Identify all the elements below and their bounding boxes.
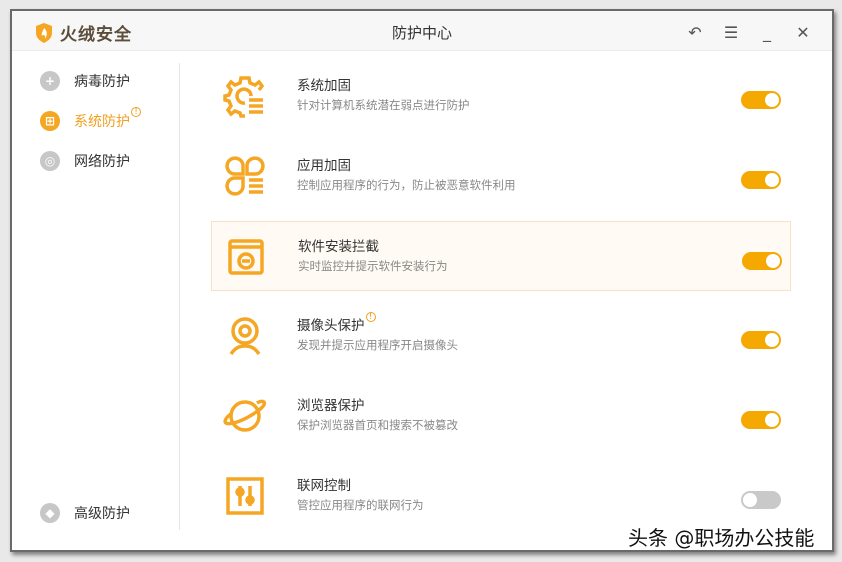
item-desc: 控制应用程序的行为，防止被恶意软件利用 bbox=[297, 178, 516, 192]
item-desc: 保护浏览器首页和搜索不被篡改 bbox=[297, 418, 458, 432]
item-title: 系统加固 bbox=[297, 78, 351, 94]
sidebar-item-network[interactable]: ◎ 网络防护 bbox=[40, 151, 130, 171]
toggle-switch[interactable] bbox=[741, 91, 781, 109]
toggle-switch[interactable] bbox=[741, 331, 781, 349]
item-desc: 管控应用程序的联网行为 bbox=[297, 498, 424, 512]
item-title: 摄像头保护! bbox=[297, 311, 376, 334]
plus-circle-icon: + bbox=[40, 71, 60, 91]
menu-button[interactable]: ☰ bbox=[720, 21, 742, 43]
list-item-install-block: 软件安装拦截 实时监控并提示软件安装行为 bbox=[211, 221, 791, 291]
app-window: 火绒安全 防护中心 ↶ ☰ _ ✕ + 病毒防护 ⊞ 系统防护! ◎ 网络防护 ◆ 高级… bbox=[10, 9, 834, 552]
toggle-switch[interactable] bbox=[742, 252, 782, 270]
list-item-browser: 浏览器保护 保护浏览器首页和搜索不被篡改 bbox=[211, 381, 791, 451]
item-title-text: 摄像头保护 bbox=[297, 318, 365, 334]
sidebar-item-label: 高级防护 bbox=[74, 506, 130, 522]
minimize-icon: _ bbox=[763, 22, 771, 42]
sidebar-item-system[interactable]: ⊞ 系统防护! bbox=[40, 107, 141, 131]
sliders-icon bbox=[226, 477, 264, 515]
title-bar: 火绒安全 防护中心 ↶ ☰ _ ✕ bbox=[12, 11, 832, 51]
webcam-icon bbox=[229, 317, 261, 356]
list-item-system-hardening: 系统加固 针对计算机系统潜在弱点进行防护 bbox=[211, 61, 791, 131]
item-title: 软件安装拦截 bbox=[298, 239, 379, 255]
sidebar-divider bbox=[179, 63, 180, 530]
alert-badge: ! bbox=[365, 311, 376, 322]
list-item-webcam: 摄像头保护! 发现并提示应用程序开启摄像头 bbox=[211, 301, 791, 371]
close-icon: ✕ bbox=[796, 22, 810, 42]
gear-list-icon bbox=[223, 76, 265, 118]
diamond-icon: ◆ bbox=[40, 503, 60, 523]
sidebar-item-label: 网络防护 bbox=[74, 154, 130, 170]
planet-icon bbox=[223, 399, 267, 432]
minimize-button[interactable]: _ bbox=[756, 21, 778, 43]
sidebar-item-label: 系统防护 bbox=[74, 114, 130, 130]
sidebar-item-advanced[interactable]: ◆ 高级防护 bbox=[40, 503, 130, 523]
item-title: 浏览器保护 bbox=[297, 398, 365, 414]
item-desc: 实时监控并提示软件安装行为 bbox=[298, 259, 448, 273]
alert-badge: ! bbox=[131, 107, 141, 118]
globe-icon: ◎ bbox=[40, 151, 60, 171]
toggle-switch[interactable] bbox=[741, 491, 781, 509]
toggle-switch[interactable] bbox=[741, 411, 781, 429]
sidebar: + 病毒防护 ⊞ 系统防护! ◎ 网络防护 ◆ 高级防护 bbox=[12, 51, 180, 550]
sidebar-item-label: 病毒防护 bbox=[74, 74, 130, 90]
item-desc: 发现并提示应用程序开启摄像头 bbox=[297, 338, 458, 352]
windows-icon: ⊞ bbox=[40, 111, 60, 131]
back-button[interactable]: ↶ bbox=[684, 21, 706, 43]
back-icon: ↶ bbox=[688, 22, 702, 42]
toggle-switch[interactable] bbox=[741, 171, 781, 189]
close-button[interactable]: ✕ bbox=[792, 21, 814, 43]
watermark: 头条 @职场办公技能 bbox=[628, 526, 815, 550]
list-item-app-hardening: 应用加固 控制应用程序的行为，防止被恶意软件利用 bbox=[211, 141, 791, 211]
sidebar-item-virus[interactable]: + 病毒防护 bbox=[40, 71, 130, 91]
list-item-network-control: 联网控制 管控应用程序的联网行为 bbox=[211, 461, 791, 531]
item-desc: 针对计算机系统潜在弱点进行防护 bbox=[297, 98, 470, 112]
install-block-icon bbox=[228, 239, 264, 275]
item-title: 应用加固 bbox=[297, 158, 351, 174]
menu-icon: ☰ bbox=[723, 22, 739, 42]
apps-icon bbox=[225, 156, 265, 196]
item-title: 联网控制 bbox=[297, 478, 351, 494]
